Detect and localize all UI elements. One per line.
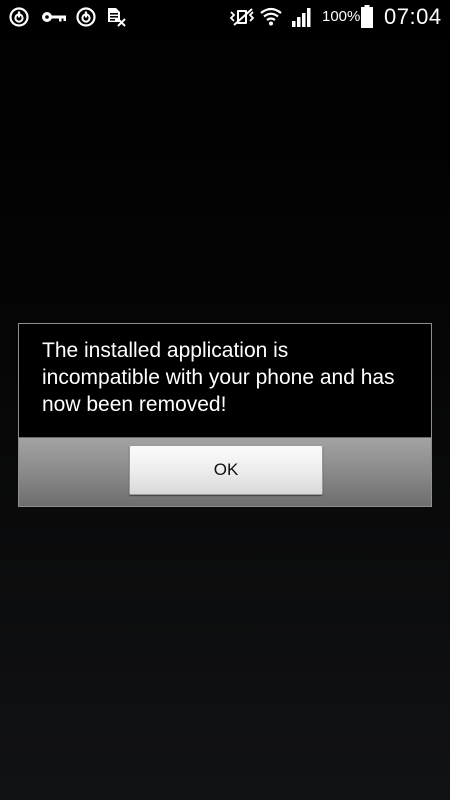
power-icon [9,7,29,27]
signal-icon [292,8,311,27]
sim-error-icon [108,8,126,27]
ok-button[interactable]: OK [129,445,323,495]
clock: 07:04 [384,4,442,29]
alert-dialog: The installed application is incompatibl… [18,323,432,507]
status-bar: 100% 07:04 [0,0,450,33]
key-icon [42,12,66,22]
dialog-button-bar: OK [19,438,431,506]
dialog-message: The installed application is incompatibl… [42,339,395,416]
dialog-body: The installed application is incompatibl… [19,324,431,438]
battery-percent: 100% [322,8,361,25]
battery-icon [361,5,373,28]
wifi-icon [260,7,282,26]
power-icon [76,7,96,27]
vibrate-icon [229,8,255,26]
